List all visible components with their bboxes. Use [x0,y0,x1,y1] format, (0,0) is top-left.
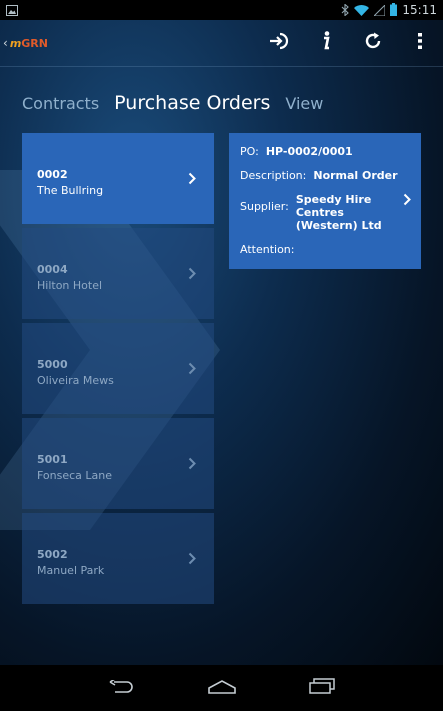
info-button[interactable] [302,20,349,67]
po-details-card[interactable]: PO: HP-0002/0001 Description: Normal Ord… [229,133,421,269]
up-caret-icon: ‹ [3,36,8,50]
app-home-button[interactable]: ‹ mGRN [0,36,48,50]
recent-apps-icon [308,678,335,698]
supplier-value: Speedy Hire Centres (Western) Ltd [295,193,382,232]
po-label: PO: [240,145,259,158]
po-number-row: PO: HP-0002/0001 [240,145,421,158]
info-icon [320,31,332,55]
order-item-0002[interactable]: 0002 The Bullring [22,133,214,224]
back-button[interactable] [102,673,142,703]
overflow-menu-icon [417,33,422,53]
description-row: Description: Normal Order [240,169,421,182]
order-item-0004[interactable]: 0004 Hilton Hotel [22,228,214,319]
chevron-right-icon [188,455,196,474]
battery-icon [390,1,398,20]
tab-contracts[interactable]: Contracts [22,94,99,113]
tab-bar: Contracts Purchase Orders View [22,92,338,114]
bluetooth-icon [341,1,350,20]
navigation-bar [0,665,443,711]
back-icon [109,677,135,698]
action-bar: ‹ mGRN [0,20,443,67]
overflow-menu-button[interactable] [396,20,443,67]
supplier-label: Supplier: [240,200,289,213]
attention-label: Attention: [240,243,295,256]
chevron-right-icon [188,265,196,284]
order-item-5001[interactable]: 5001 Fonseca Lane [22,418,214,509]
description-label: Description: [240,169,307,182]
chevron-right-icon [403,193,411,209]
po-number: HP-0002/0001 [265,145,353,158]
recent-apps-button[interactable] [302,673,342,703]
supplier-row: Supplier: Speedy Hire Centres (Western) … [240,193,421,232]
login-button[interactable] [255,20,302,67]
home-icon [207,679,236,698]
chevron-right-icon [188,550,196,569]
status-bar: 15:11 [0,0,443,20]
clock: 15:11 [402,3,437,17]
app-logo: mGRN [9,36,48,50]
app-screen: ‹ mGRN Contracts Purchase Orders View 00… [0,20,443,665]
refresh-button[interactable] [349,20,396,67]
login-icon [269,32,289,54]
order-item-5000[interactable]: 5000 Oliveira Mews [22,323,214,414]
signal-icon [373,1,386,20]
chevron-right-icon [188,360,196,379]
tab-view[interactable]: View [285,94,323,113]
attention-row: Attention: [240,243,421,256]
gallery-icon [6,1,18,20]
chevron-right-icon [188,170,196,189]
wifi-icon [354,1,370,20]
home-button[interactable] [202,673,242,703]
description-value: Normal Order [313,169,398,182]
tab-purchase-orders[interactable]: Purchase Orders [114,92,270,114]
order-item-5002[interactable]: 5002 Manuel Park [22,513,214,604]
refresh-icon [364,32,382,54]
